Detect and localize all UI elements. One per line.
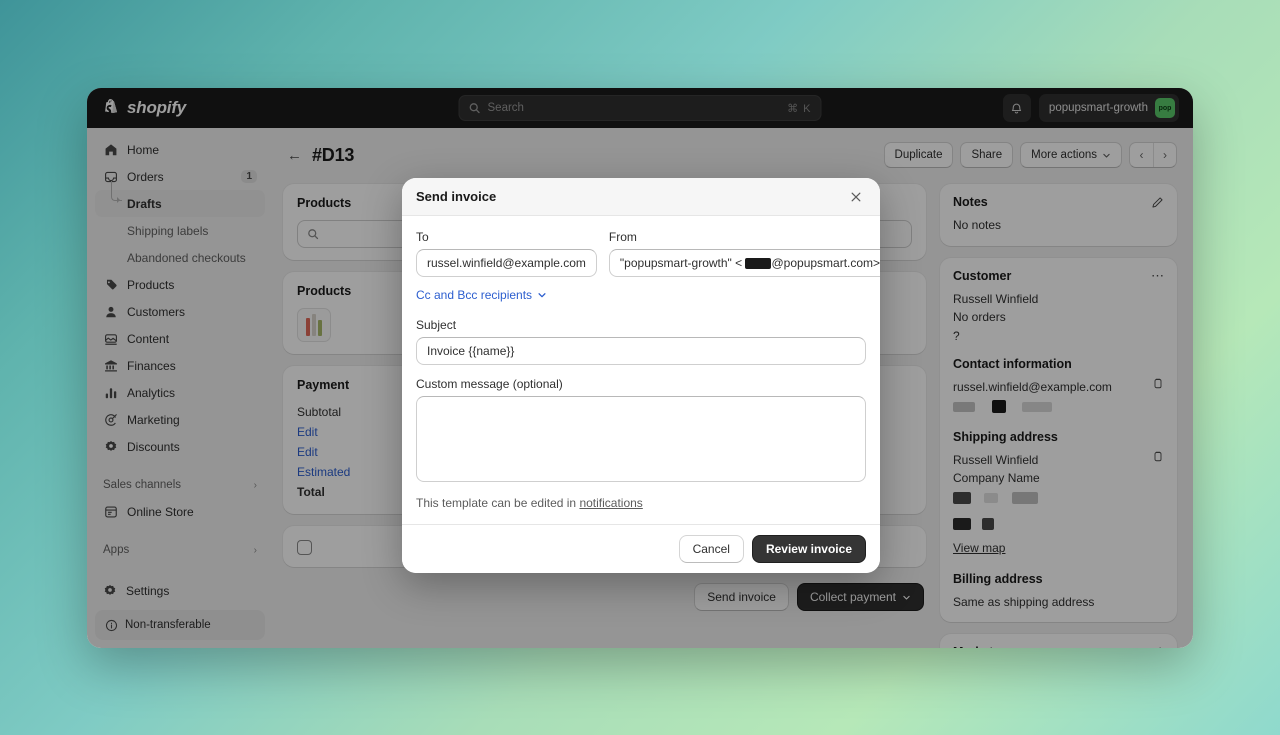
cancel-button[interactable]: Cancel: [678, 535, 744, 563]
cc-bcc-toggle[interactable]: Cc and Bcc recipients: [416, 288, 866, 302]
to-label: To: [416, 230, 429, 244]
subject-field-group: Subject Invoice {{name}}: [416, 318, 866, 365]
to-input[interactable]: russel.winfield@example.com: [416, 249, 597, 277]
cc-bcc-label: Cc and Bcc recipients: [416, 288, 533, 302]
subject-input[interactable]: Invoice {{name}}: [416, 337, 866, 365]
to-value: russel.winfield@example.com: [427, 256, 586, 270]
recipient-fields-row: To russel.winfield@example.com From "pop…: [416, 230, 880, 277]
template-note: This template can be edited in notificat…: [416, 496, 866, 510]
to-field-group: To russel.winfield@example.com: [416, 230, 597, 277]
from-label: From: [608, 230, 637, 244]
modal-footer: Cancel Review invoice: [402, 524, 880, 573]
modal-body: To russel.winfield@example.com From "pop…: [402, 216, 880, 524]
chevron-down-icon: [537, 290, 547, 300]
review-invoice-label: Review invoice: [765, 542, 852, 556]
send-invoice-modal: Send invoice To russel.winfield@example.…: [402, 178, 880, 573]
custom-message-label: Custom message (optional): [416, 377, 563, 391]
template-note-text: This template can be edited in: [416, 496, 580, 510]
subject-value: Invoice {{name}}: [427, 344, 515, 358]
from-value: "popupsmart-growth" < @popupsmart.com>: [620, 256, 880, 270]
from-field-group: From "popupsmart-growth" < @popupsmart.c…: [608, 230, 880, 277]
from-value-suffix: @popupsmart.com>: [771, 256, 880, 270]
modal-title: Send invoice: [416, 189, 497, 204]
from-value-prefix: "popupsmart-growth" <: [619, 256, 746, 270]
notifications-link[interactable]: notifications: [579, 496, 642, 510]
custom-message-textarea[interactable]: [416, 396, 866, 482]
modal-header: Send invoice: [402, 178, 880, 216]
close-icon[interactable]: [846, 188, 866, 206]
from-select[interactable]: "popupsmart-growth" < @popupsmart.com>: [608, 249, 880, 277]
cancel-label: Cancel: [692, 542, 730, 556]
subject-label: Subject: [416, 318, 457, 332]
from-value-redacted: [745, 258, 772, 270]
custom-message-field-group: Custom message (optional): [416, 377, 866, 482]
review-invoice-button[interactable]: Review invoice: [751, 535, 866, 563]
